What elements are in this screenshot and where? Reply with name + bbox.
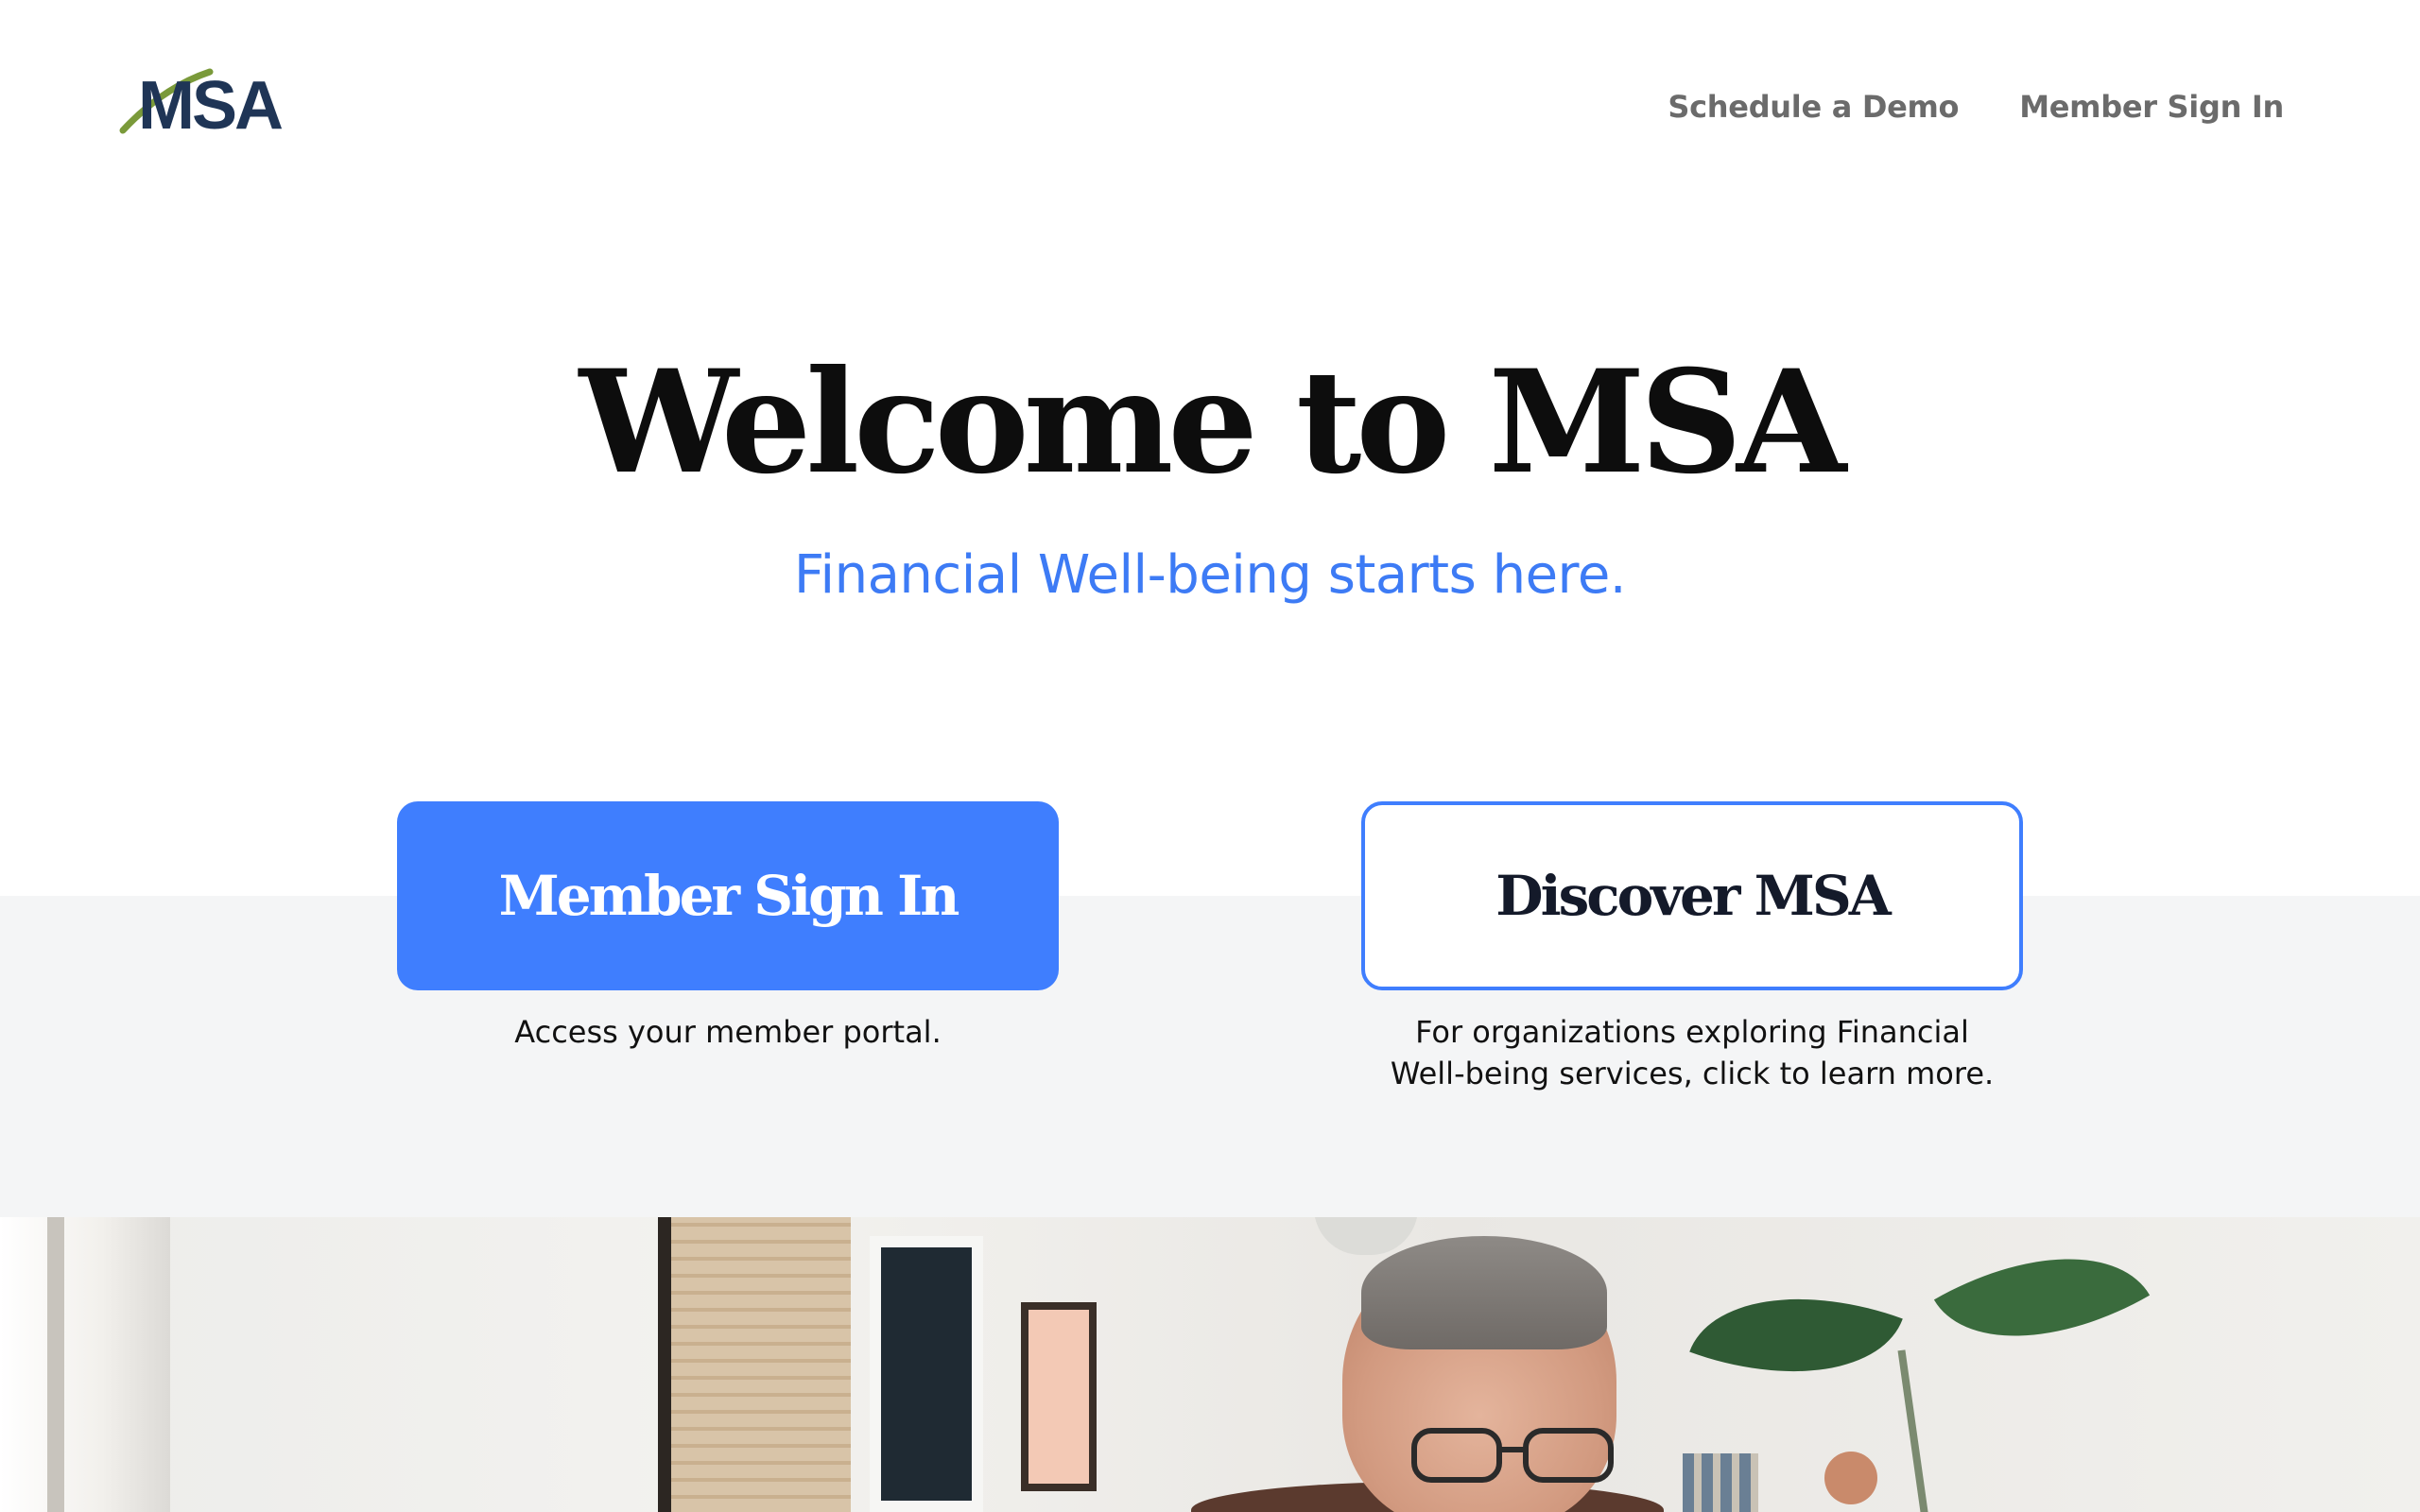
top-nav: Schedule a Demo Member Sign In: [1668, 89, 2284, 125]
member-sign-in-description: Access your member portal.: [514, 1014, 942, 1050]
photo-plant-leaf: [1689, 1254, 1903, 1417]
hero-subtitle: Financial Well-being starts here.: [793, 544, 1627, 606]
cta-band: [0, 896, 2420, 1217]
photo-plant-stem: [1897, 1349, 1929, 1512]
photo-pole: [658, 1217, 671, 1512]
photo-vase: [1824, 1452, 1877, 1504]
logo-text: MSA: [138, 68, 284, 144]
photo-glasses: [1411, 1428, 1614, 1483]
photo-door: [870, 1236, 983, 1512]
nav-schedule-demo-link[interactable]: Schedule a Demo: [1668, 89, 1959, 125]
discover-msa-button[interactable]: Discover MSA: [1361, 801, 2023, 990]
photo-shade: [662, 1217, 851, 1512]
photo-person-hair: [1361, 1236, 1607, 1349]
photo-wall-frame: [1021, 1302, 1097, 1491]
photo-curtain: [0, 1217, 170, 1512]
hero-photo: [0, 1217, 2420, 1512]
member-sign-in-button[interactable]: Member Sign In: [397, 801, 1059, 990]
msa-logo-icon[interactable]: MSA: [119, 66, 284, 151]
page-title: Welcome to MSA: [579, 339, 1847, 506]
photo-books: [1683, 1453, 1758, 1512]
discover-msa-description: For organizations exploring Financial We…: [1390, 1014, 1995, 1091]
photo-pillar: [47, 1217, 64, 1512]
nav-member-sign-in-link[interactable]: Member Sign In: [2019, 89, 2284, 125]
photo-plant-leaf: [1933, 1217, 2151, 1390]
site-header: MSA Schedule a Demo Member Sign In: [0, 0, 2420, 227]
